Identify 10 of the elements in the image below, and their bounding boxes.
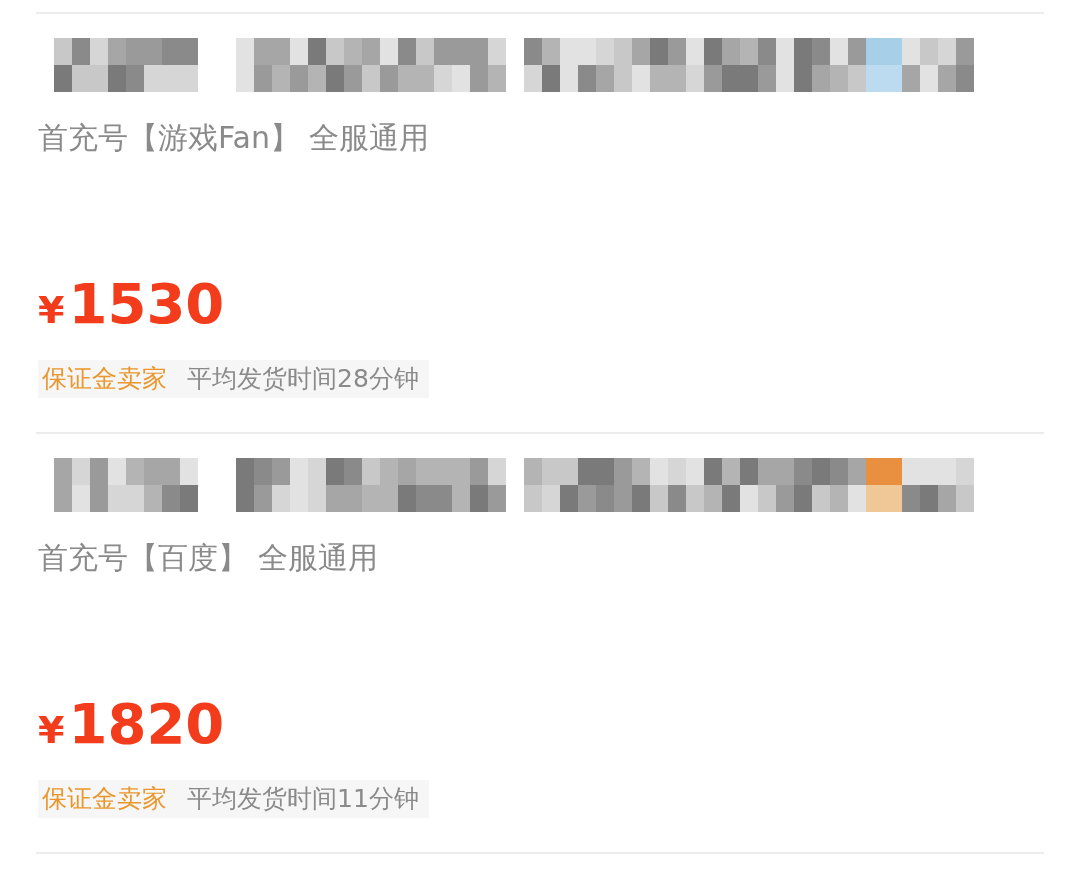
price: 1820 — [68, 694, 225, 754]
listing-subtitle: 首充号【游戏Fan】 全服通用 — [38, 119, 431, 157]
seller-label: 保证金卖家 — [42, 783, 167, 815]
delivery-time: 平均发货时间28分钟 — [187, 363, 419, 395]
currency-symbol: ¥ — [38, 288, 65, 332]
listing-subtitle: 首充号【百度】 全服通用 — [38, 539, 379, 577]
currency-symbol: ¥ — [38, 708, 65, 752]
seller-label: 保证金卖家 — [42, 363, 167, 395]
price: 1530 — [68, 274, 225, 334]
delivery-time: 平均发货时间11分钟 — [187, 783, 419, 815]
